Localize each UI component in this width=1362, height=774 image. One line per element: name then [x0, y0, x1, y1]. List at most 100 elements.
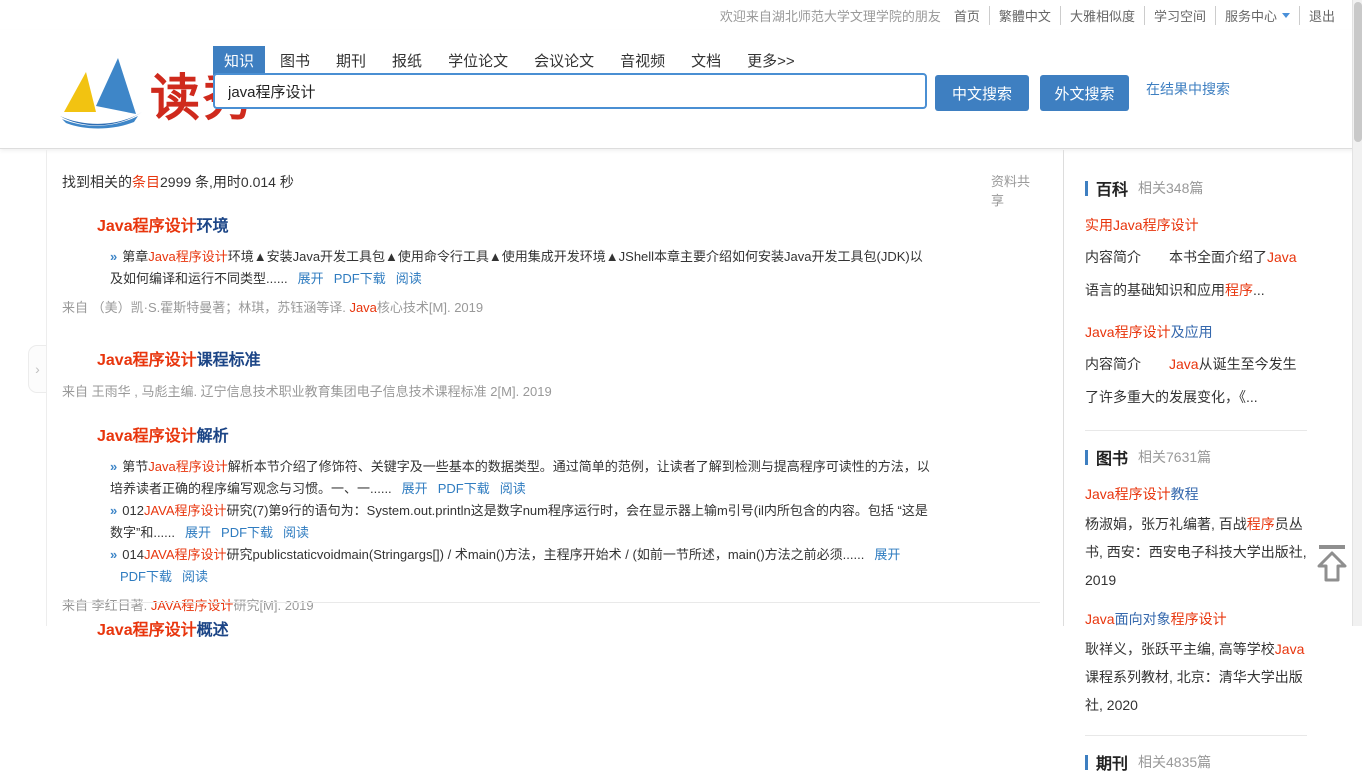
results-count-keyword: 条目: [132, 174, 160, 190]
source-keyword: Java: [349, 300, 376, 315]
sidebar-link-text: 面向对象: [1115, 611, 1171, 627]
section-name: 百科: [1096, 176, 1128, 200]
snippet-text: 012: [122, 503, 144, 518]
book-link-1[interactable]: Java程序设计教程: [1085, 484, 1307, 504]
sidebar-section-header-journals: 期刊 相关4835篇: [1085, 750, 1307, 774]
welcome-text: 欢迎来自湖北师范大学文理学院的朋友: [720, 6, 945, 25]
baike-link-1[interactable]: 实用Java程序设计: [1085, 215, 1307, 235]
pdf-download-link[interactable]: PDF下载: [334, 271, 386, 286]
facet-panel-expand-handle[interactable]: ›: [28, 345, 46, 393]
desc-keyword: Java: [1267, 249, 1297, 265]
page-scrollbar[interactable]: [1352, 0, 1362, 626]
sidebar-section-divider: [1085, 430, 1307, 431]
result-source: 来自 王雨华 , 马彪主编. 辽宁信息技术职业教育集团电子信息技术课程标准 2[…: [62, 381, 1040, 400]
desc-text: 内容简介 本书全面介绍了: [1085, 249, 1267, 265]
snippet: »012JAVA程序设计研究(7)第9行的语句为：System.out.prin…: [110, 500, 932, 544]
tab-conference-papers[interactable]: 会议论文: [523, 46, 605, 75]
snippet-keyword: JAVA程序设计: [144, 503, 227, 518]
baike-desc-2: 内容简介 Java从诞生至今发生了许多重大的发展变化，《...: [1085, 348, 1307, 414]
snippet: »第节Java程序设计解析本节介绍了修饰符、关键字及一些基本的数据类型。通过简单…: [110, 456, 932, 500]
pdf-download-link[interactable]: PDF下载: [120, 569, 172, 584]
tab-audio-video[interactable]: 音视频: [609, 46, 676, 75]
desc-text: ...: [1253, 282, 1265, 298]
topbar-link-learning-space[interactable]: 学习空间: [1144, 6, 1215, 25]
sidebar-link-keyword: Java: [1085, 611, 1115, 627]
search-input[interactable]: [213, 73, 927, 109]
book-desc-2: 耿祥义，张跃平主编, 高等学校Java 课程系列教材, 北京：清华大学出版社, 2…: [1085, 635, 1307, 719]
snippet: »014JAVA程序设计研究publicstaticvoidmain(Strin…: [110, 544, 932, 588]
source-text: 来自 （美）凯·S.霍斯特曼著；林琪，苏钰涵等译.: [62, 300, 349, 315]
sidebar-link-keyword: 程序设计: [1171, 611, 1227, 627]
sidebar-link-text: 及应用: [1171, 324, 1213, 340]
desc-text: 内容简介: [1085, 356, 1169, 372]
desc-text: 课程系列教材, 北京：清华大学出版社, 2020: [1085, 669, 1303, 713]
desc-keyword: 程序: [1247, 516, 1275, 532]
pdf-download-link[interactable]: PDF下载: [438, 481, 490, 496]
read-link[interactable]: 阅读: [500, 481, 526, 496]
tab-newspapers[interactable]: 报纸: [381, 46, 433, 75]
section-bar: [1085, 755, 1088, 770]
snippet-marker-icon: »: [110, 459, 117, 474]
tab-books[interactable]: 图书: [269, 46, 321, 75]
snippet-text: 014: [122, 547, 144, 562]
section-bar: [1085, 450, 1088, 465]
expand-link[interactable]: 展开: [874, 547, 900, 562]
search-in-results-link[interactable]: 在结果中搜索: [1146, 79, 1230, 99]
section-name: 期刊: [1096, 750, 1128, 774]
chevron-right-icon: ›: [35, 361, 40, 377]
result-source: 来自 李红日著. JAVA程序设计研究[M]. 2019: [62, 595, 1040, 614]
back-to-top-button[interactable]: [1315, 544, 1349, 584]
baike-desc-1: 内容简介 本书全面介绍了Java语言的基础知识和应用程序...: [1085, 241, 1307, 307]
pdf-download-link[interactable]: PDF下载: [221, 525, 273, 540]
sidebar-section-header-books: 图书 相关7631篇: [1085, 445, 1307, 469]
tab-knowledge[interactable]: 知识: [213, 46, 265, 75]
source-text: 来自 李红日著.: [62, 598, 151, 613]
chinese-search-button[interactable]: 中文搜索: [935, 75, 1029, 111]
result-title-keyword: Java程序设计: [97, 352, 197, 369]
section-name: 图书: [1096, 445, 1128, 469]
result-title-link-partial[interactable]: Java程序设计概述: [97, 616, 229, 640]
topbar-link-home[interactable]: 首页: [945, 6, 989, 25]
result-title-link[interactable]: Java程序设计环境: [97, 212, 229, 236]
results-count-prefix: 找到相关的: [62, 174, 132, 190]
section-count: 相关348篇: [1138, 178, 1203, 198]
read-link[interactable]: 阅读: [182, 569, 208, 584]
desc-text: 耿祥义，张跃平主编, 高等学校: [1085, 641, 1275, 657]
topbar-link-traditional-chinese[interactable]: 繁體中文: [989, 6, 1060, 25]
tab-journals[interactable]: 期刊: [325, 46, 377, 75]
result-item: Java程序设计环境 »第章Java程序设计环境▲安装Java开发工具包▲使用命…: [62, 212, 1040, 316]
snippet-keyword: JAVA程序设计: [144, 547, 227, 562]
result-snippets: »第章Java程序设计环境▲安装Java开发工具包▲使用命令行工具▲使用集成开发…: [110, 246, 932, 290]
tab-documents[interactable]: 文档: [680, 46, 732, 75]
sidebar-section-divider: [1085, 735, 1307, 736]
read-link[interactable]: 阅读: [396, 271, 422, 286]
desc-keyword: Java: [1275, 641, 1305, 657]
expand-link[interactable]: 展开: [298, 271, 324, 286]
snippet-text: 第节: [122, 459, 148, 474]
expand-link[interactable]: 展开: [185, 525, 211, 540]
topbar-link-service-center[interactable]: 服务中心: [1215, 6, 1299, 25]
scrollbar-thumb[interactable]: [1354, 2, 1362, 142]
section-count: 相关7631篇: [1138, 447, 1211, 467]
snippet-text: 第章: [122, 249, 148, 264]
book-link-2[interactable]: Java面向对象程序设计: [1085, 609, 1307, 629]
chevron-down-icon: [1282, 13, 1290, 22]
result-title-rest: 解析: [197, 428, 229, 445]
baike-link-2[interactable]: Java程序设计及应用: [1085, 322, 1307, 342]
snippet-marker-icon: »: [110, 547, 117, 562]
resource-share-label[interactable]: 资料共享: [991, 171, 1040, 209]
result-title-link[interactable]: Java程序设计解析: [97, 422, 229, 446]
result-title-link[interactable]: Java程序设计课程标准: [97, 346, 261, 370]
sidebar-section-header-baike: 百科 相关348篇: [1085, 176, 1307, 200]
topbar-link-daya-similarity[interactable]: 大雅相似度: [1060, 6, 1144, 25]
topbar-link-logout[interactable]: 退出: [1299, 6, 1344, 25]
foreign-search-button[interactable]: 外文搜索: [1040, 75, 1129, 111]
desc-keyword: Java: [1169, 356, 1199, 372]
tab-more[interactable]: 更多>>: [736, 46, 806, 75]
snippet-keyword: Java程序设计: [148, 459, 227, 474]
expand-link[interactable]: 展开: [402, 481, 428, 496]
read-link[interactable]: 阅读: [283, 525, 309, 540]
service-center-label: 服务中心: [1225, 6, 1277, 25]
sidebar-link-text: 实用Java程序设计: [1085, 217, 1199, 233]
tab-theses[interactable]: 学位论文: [437, 46, 519, 75]
